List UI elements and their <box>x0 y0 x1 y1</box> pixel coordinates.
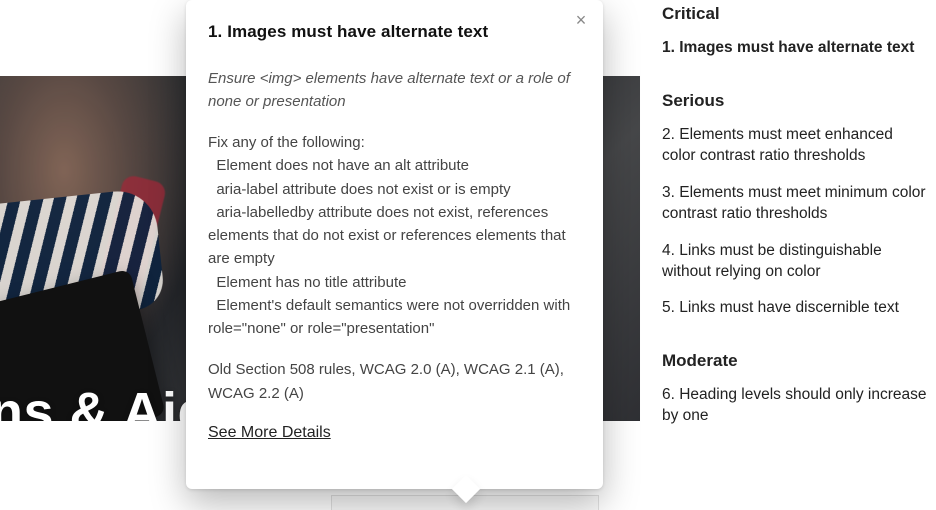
issue-detail-popup: × 1. Images must have alternate text Ens… <box>186 0 603 489</box>
issue-list-item[interactable]: 6. Heading levels should only increase b… <box>662 385 928 427</box>
issues-sidebar: Critical 1. Images must have alternate t… <box>652 0 936 510</box>
severity-heading-moderate: Moderate <box>662 351 928 371</box>
severity-heading-serious: Serious <box>662 91 928 111</box>
issue-list-item[interactable]: 5. Links must have discernible text <box>662 298 928 319</box>
app-stage: ns & Aid × 1. Images must have alternate… <box>0 0 936 510</box>
close-icon: × <box>576 11 587 29</box>
close-button[interactable]: × <box>569 8 593 32</box>
issue-fix-instructions: Fix any of the following: Element does n… <box>208 131 579 340</box>
issue-description: Ensure <img> elements have alternate tex… <box>208 68 579 113</box>
issue-list-item[interactable]: 1. Images must have alternate text <box>662 38 928 59</box>
issue-title: 1. Images must have alternate text <box>208 22 579 42</box>
see-more-details-link[interactable]: See More Details <box>208 424 331 442</box>
hero-headline-fragment: ns & Aid <box>0 381 211 421</box>
issue-list-item[interactable]: 4. Links must be distinguishable without… <box>662 241 928 283</box>
issue-standards: Old Section 508 rules, WCAG 2.0 (A), WCA… <box>208 358 579 406</box>
issue-list-item[interactable]: 2. Elements must meet enhanced color con… <box>662 125 928 167</box>
severity-heading-critical: Critical <box>662 4 928 24</box>
issue-list-item[interactable]: 3. Elements must meet minimum color cont… <box>662 183 928 225</box>
